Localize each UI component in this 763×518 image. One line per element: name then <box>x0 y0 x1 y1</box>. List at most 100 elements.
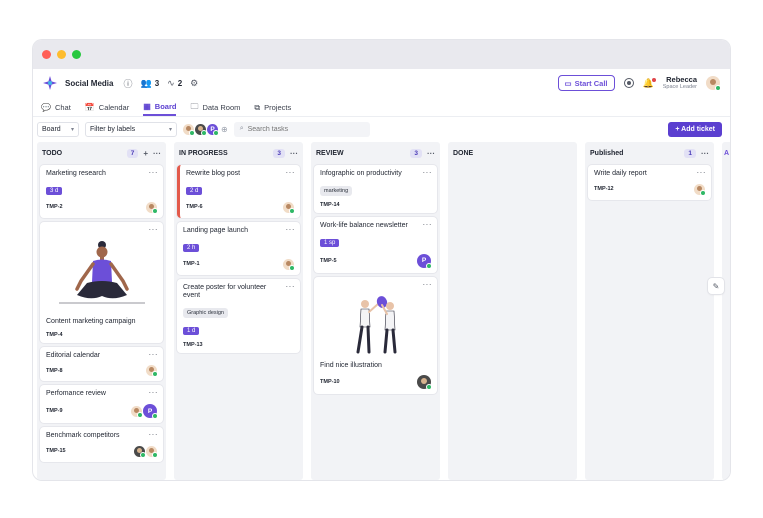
column-more-icon[interactable]: ··· <box>290 149 298 158</box>
card-more-icon[interactable]: ··· <box>286 168 296 177</box>
task-card[interactable]: Marketing research ··· 3 d TMP-2 <box>40 165 163 218</box>
view-select-value: Board <box>42 125 61 133</box>
info-button[interactable]: ⓘ <box>123 77 132 90</box>
task-card[interactable]: ··· Content marketing campaign TMP-4 <box>40 221 163 343</box>
minimize-window-button[interactable] <box>57 50 66 59</box>
view-select[interactable]: Board ▾ <box>37 121 79 137</box>
task-card[interactable]: Perfomance review ··· TMP-9 P <box>40 385 163 423</box>
column-more-icon[interactable]: ··· <box>153 149 161 158</box>
task-card[interactable]: Create poster for volunteer event ··· Gr… <box>177 278 300 353</box>
tab-label: Board <box>154 102 177 111</box>
task-card[interactable]: Work-life balance newsletter ··· 1 sp TM… <box>314 216 437 273</box>
tab-data-room[interactable]: 🗀 Data Room <box>190 99 240 116</box>
column-more-icon[interactable]: ··· <box>701 149 709 158</box>
task-card[interactable]: Editorial calendar ··· TMP-8 <box>40 346 163 382</box>
column-more-icon[interactable]: ··· <box>427 149 435 158</box>
record-icon[interactable] <box>623 78 634 88</box>
task-card[interactable]: Benchmark competitors ··· TMP-15 <box>40 427 163 462</box>
tab-calendar[interactable]: 📅 Calendar <box>85 99 129 116</box>
assignee-avatar[interactable] <box>417 375 432 391</box>
close-window-button[interactable] <box>42 50 51 59</box>
column-title: TODO <box>42 150 63 157</box>
card-footer: TMP-2 <box>46 201 158 214</box>
card-more-icon[interactable]: ··· <box>423 280 433 289</box>
ticket-id: TMP-13 <box>183 342 203 348</box>
activity-count: 2 <box>177 78 183 88</box>
user-avatar[interactable] <box>706 76 721 91</box>
app-logo-icon <box>43 76 57 90</box>
assignee-avatar[interactable] <box>283 201 295 214</box>
task-card[interactable]: ··· Find nice illustration TMP-10 <box>314 276 437 395</box>
card-more-icon[interactable]: ··· <box>286 282 296 291</box>
card-footer: TMP-10 <box>320 375 432 391</box>
card-footer: TMP-14 <box>320 202 431 208</box>
ticket-id: TMP-2 <box>46 204 63 211</box>
add-card-icon[interactable]: + <box>143 149 148 158</box>
card-more-icon[interactable]: ··· <box>149 225 159 234</box>
card-more-icon[interactable]: ··· <box>697 168 707 177</box>
card-more-icon[interactable]: ··· <box>423 220 433 229</box>
card-more-icon[interactable]: ··· <box>149 168 159 177</box>
card-title: Rewrite blog post <box>186 170 241 177</box>
card-label: Graphic design <box>183 308 228 318</box>
card-more-icon[interactable]: ··· <box>423 168 433 177</box>
members-button[interactable]: 👥 3 <box>140 78 159 89</box>
start-call-label: Start Call <box>574 78 608 88</box>
card-footer: TMP-4 <box>46 332 157 338</box>
assignee-avatar[interactable] <box>283 258 295 271</box>
yoga-illustration <box>46 237 157 312</box>
assignee-avatar[interactable]: P <box>417 253 432 269</box>
member-avatar[interactable] <box>183 123 195 136</box>
column-todo: TODO 7 + ··· Marketing research ··· 3 d … <box>37 142 166 480</box>
tab-chat[interactable]: 💬 Chat <box>41 99 71 116</box>
task-search[interactable]: ⌕ <box>233 121 370 137</box>
column-header: DONE <box>451 146 574 161</box>
add-ticket-button[interactable]: + Add ticket <box>668 121 722 137</box>
task-card[interactable]: Infographic on productivity ··· marketin… <box>314 165 437 213</box>
label-filter-select[interactable]: Filter by labels ▾ <box>85 121 177 137</box>
assignee-avatar[interactable] <box>131 405 143 418</box>
column-header: Published 1 ··· <box>588 146 711 161</box>
members-count: 3 <box>154 78 160 88</box>
card-label: marketing <box>320 185 353 196</box>
chat-icon: 💬 <box>41 103 51 112</box>
estimate-badge: 3 d <box>46 186 63 195</box>
task-card[interactable]: Landing page launch ··· 2 h TMP-1 <box>177 221 300 275</box>
assignee-avatar[interactable] <box>146 365 158 378</box>
start-call-button[interactable]: ▭ Start Call <box>557 75 615 91</box>
activity-button[interactable]: ∿ 2 <box>167 78 182 89</box>
card-title: Work-life balance newsletter <box>320 221 408 229</box>
search-input[interactable] <box>247 125 358 133</box>
user-info[interactable]: Rebecca Space Leader <box>663 75 697 90</box>
task-card[interactable]: Rewrite blog post ··· 2 d TMP-6 <box>177 165 300 218</box>
card-more-icon[interactable]: ··· <box>286 225 296 234</box>
task-card[interactable]: Write daily report ··· TMP-12 <box>588 165 711 200</box>
maximize-window-button[interactable] <box>72 50 81 59</box>
settings-button[interactable]: ⚙ <box>190 78 198 89</box>
assignee-avatar[interactable]: P <box>143 404 158 419</box>
card-more-icon[interactable]: ··· <box>149 430 159 439</box>
calendar-icon: 📅 <box>84 103 95 112</box>
member-avatar[interactable] <box>195 123 207 136</box>
add-member-icon[interactable]: ⊕ <box>221 125 228 134</box>
assignee-avatar[interactable] <box>146 445 158 458</box>
card-more-icon[interactable]: ··· <box>149 388 159 397</box>
member-avatar[interactable]: P <box>207 123 219 136</box>
column-title: A <box>724 150 730 157</box>
bell-icon[interactable]: 🔔 <box>643 77 657 89</box>
assignee-avatar[interactable] <box>134 445 146 458</box>
ticket-id: TMP-6 <box>186 204 203 211</box>
tab-projects[interactable]: ⧉ Projects <box>254 99 291 116</box>
assignee-avatar[interactable] <box>694 183 706 196</box>
edit-button[interactable]: ✎ <box>708 278 724 294</box>
card-more-icon[interactable]: ··· <box>149 350 159 359</box>
estimate-badge: 2 h <box>183 243 200 252</box>
tab-label: Data Room <box>202 103 241 112</box>
assignee-avatar[interactable] <box>146 201 158 214</box>
folder-icon: 🗀 <box>190 101 199 111</box>
tab-board[interactable]: ▦ Board <box>143 99 177 116</box>
view-tabs: 💬 Chat 📅 Calendar ▦ Board 🗀 Data Room ⧉ Proje… <box>33 99 730 117</box>
chevron-down-icon: ▾ <box>70 126 74 133</box>
window-titlebar <box>33 40 730 69</box>
card-title: Perfomance review <box>46 390 106 398</box>
